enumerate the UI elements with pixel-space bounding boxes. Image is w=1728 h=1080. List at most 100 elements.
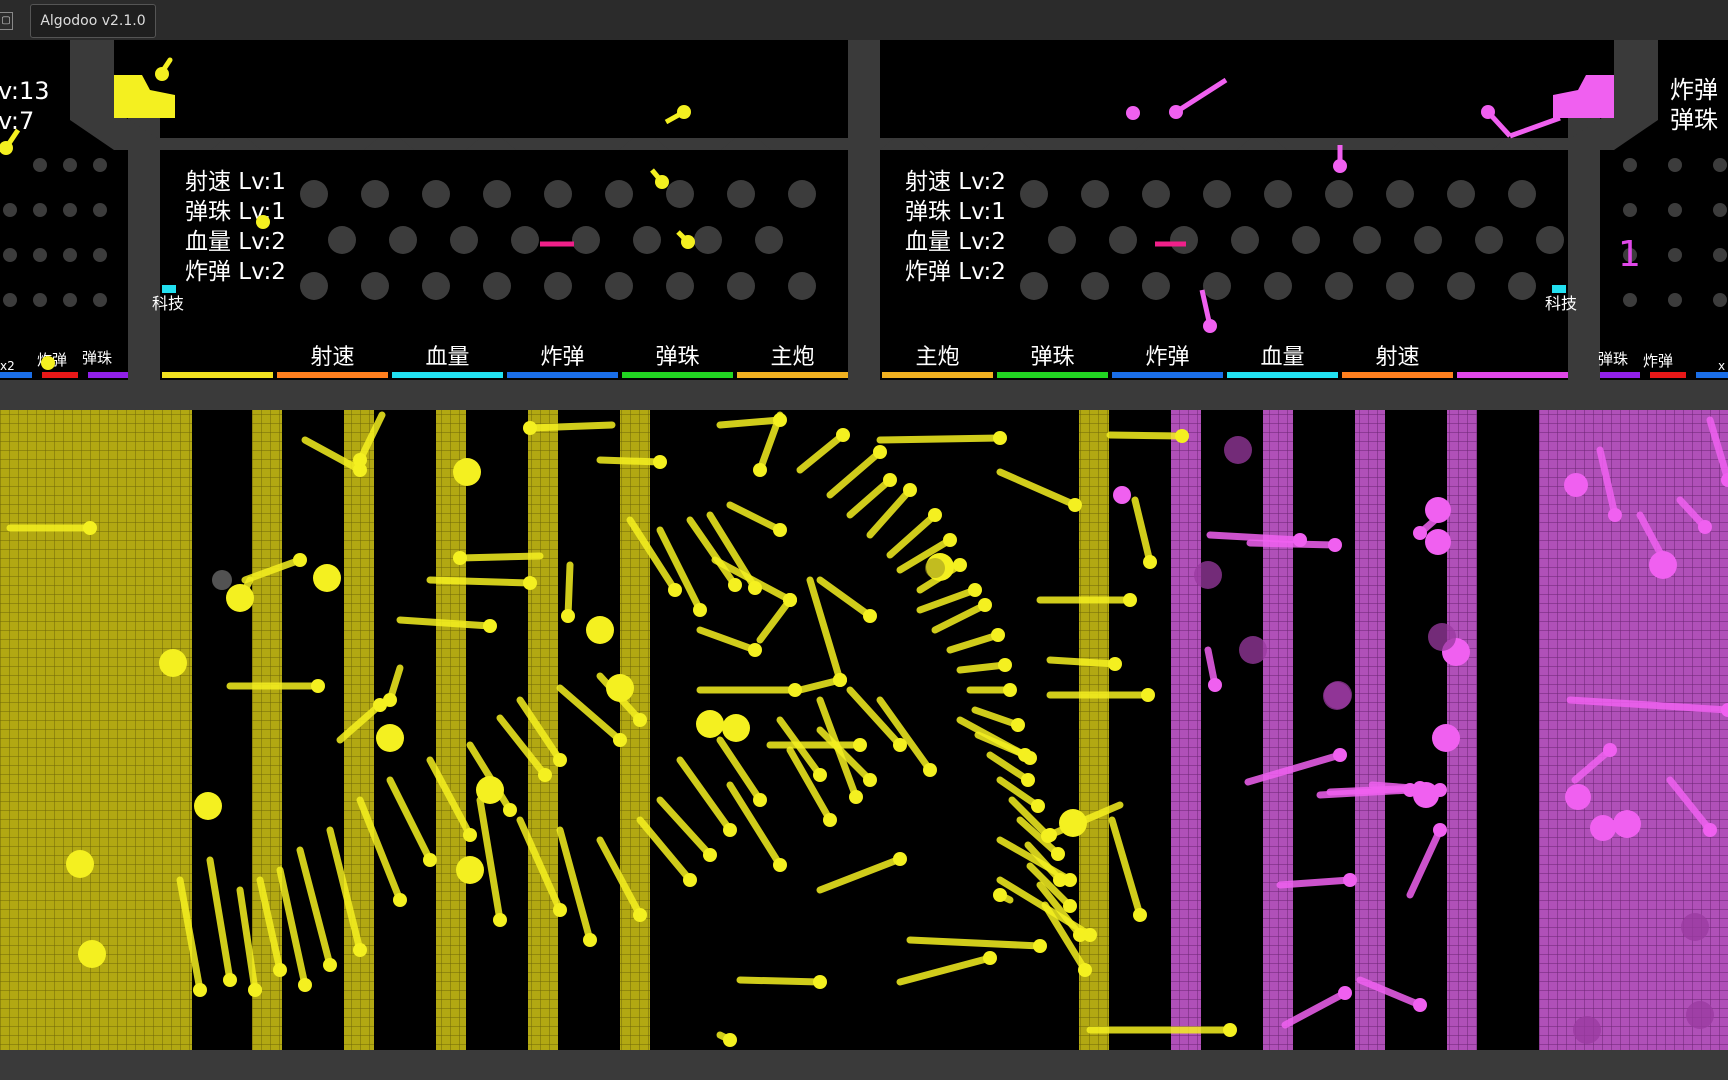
- peg: [633, 226, 661, 254]
- peg: [63, 203, 77, 217]
- peg: [1231, 226, 1259, 254]
- peg: [1536, 226, 1564, 254]
- marble-trail: [1206, 531, 1304, 544]
- bomb: [194, 792, 222, 820]
- peg: [605, 272, 633, 300]
- magenta-zone-bar: [1227, 372, 1338, 378]
- yellow-stat-2: 血量 Lv:2: [185, 229, 286, 255]
- peg: [1203, 272, 1231, 300]
- window-title-tab[interactable]: Algodoo v2.1.0: [30, 4, 156, 38]
- peg: [511, 226, 539, 254]
- marble: [1143, 555, 1157, 569]
- peg: [572, 226, 600, 254]
- magenta-bomb: [1613, 810, 1641, 838]
- ghost-ball: [925, 558, 945, 578]
- marble: [1063, 873, 1077, 887]
- marble: [298, 978, 312, 992]
- magenta-zone-bar: [1457, 372, 1568, 378]
- peg: [63, 248, 77, 262]
- marble: [423, 853, 437, 867]
- marble: [1603, 743, 1617, 757]
- marble: [453, 551, 467, 565]
- peg: [1447, 180, 1475, 208]
- marble: [1108, 657, 1122, 671]
- marble: [998, 658, 1012, 672]
- marble: [1433, 823, 1447, 837]
- marble: [523, 576, 537, 590]
- marble: [849, 790, 863, 804]
- yellow-stat-1: 弹珠 Lv:1: [185, 199, 286, 225]
- peg: [1623, 203, 1637, 217]
- game-scene[interactable]: 射速 血量 炸弹 弹珠 主炮 主炮 弹珠 炸弹 血量 射速 射速 Lv:1弹珠 Lv:1血量 Lv…: [0, 40, 1728, 1080]
- marble: [1083, 928, 1097, 942]
- peg: [1713, 248, 1727, 262]
- magenta-bomb: [1413, 782, 1439, 808]
- right-bar-purple: [1600, 372, 1640, 378]
- marble: [723, 823, 737, 837]
- right-label-x: x: [1718, 359, 1725, 373]
- right-label-bomb-top: 炸弹: [1670, 76, 1718, 104]
- marble: [311, 679, 325, 693]
- right-label-marble: 弹珠: [1598, 350, 1628, 368]
- marble: [1133, 908, 1147, 922]
- peg: [788, 180, 816, 208]
- marble-trail: [596, 456, 664, 466]
- peg: [1713, 203, 1727, 217]
- marble: [1043, 828, 1057, 842]
- peg: [93, 293, 107, 307]
- marble: [523, 421, 537, 435]
- marble-trail: [426, 576, 534, 587]
- marble: [633, 908, 647, 922]
- marble: [873, 445, 887, 459]
- yellow-zone-bar: [277, 372, 388, 378]
- bomb: [78, 940, 106, 968]
- left-level-top: v:13: [0, 77, 50, 105]
- peg: [422, 180, 450, 208]
- magenta-zone-bar: [997, 372, 1108, 378]
- marble: [538, 768, 552, 782]
- peg: [1020, 272, 1048, 300]
- peg: [1508, 180, 1536, 208]
- peg: [788, 272, 816, 300]
- magenta-ghost: [1224, 436, 1252, 464]
- magenta-tech-label: 科技: [1545, 294, 1577, 313]
- peg: [93, 203, 107, 217]
- marble: [753, 793, 767, 807]
- peg: [1264, 180, 1292, 208]
- marble: [1023, 751, 1037, 765]
- yellow-zone-label: 射速: [310, 345, 354, 370]
- right-bar-blue: [1696, 372, 1728, 378]
- magenta-stat-2: 血量 Lv:2: [905, 229, 1006, 255]
- marble: [1003, 683, 1017, 697]
- marble: [1328, 538, 1342, 552]
- yellow-zone-bar: [622, 372, 733, 378]
- yellow-zone-label: 弹珠: [655, 345, 699, 370]
- bomb: [606, 674, 634, 702]
- yellow-zone-bar: [162, 372, 273, 378]
- marble-trail: [716, 416, 784, 429]
- yellow-zone-label: 血量: [425, 345, 469, 370]
- marble: [813, 975, 827, 989]
- marble: [813, 768, 827, 782]
- bomb: [226, 584, 254, 612]
- marble: [373, 698, 387, 712]
- bomb: [456, 856, 484, 884]
- marble: [783, 593, 797, 607]
- marble: [1413, 998, 1427, 1012]
- peg: [666, 272, 694, 300]
- marble: [1011, 718, 1025, 732]
- app-icon[interactable]: ▢: [0, 12, 13, 30]
- magenta-zone-label: 弹珠: [1030, 345, 1074, 370]
- marble: [1141, 688, 1155, 702]
- magenta-zone-bar: [1112, 372, 1223, 378]
- marble: [1333, 748, 1347, 762]
- bomb: [159, 649, 187, 677]
- magenta-ghost: [1573, 1016, 1601, 1044]
- peg: [93, 248, 107, 262]
- peg: [1668, 293, 1682, 307]
- magenta-ghost: [1428, 623, 1456, 651]
- peg: [3, 248, 17, 262]
- peg: [483, 180, 511, 208]
- marble-trail: [1106, 431, 1186, 440]
- marble: [723, 1033, 737, 1047]
